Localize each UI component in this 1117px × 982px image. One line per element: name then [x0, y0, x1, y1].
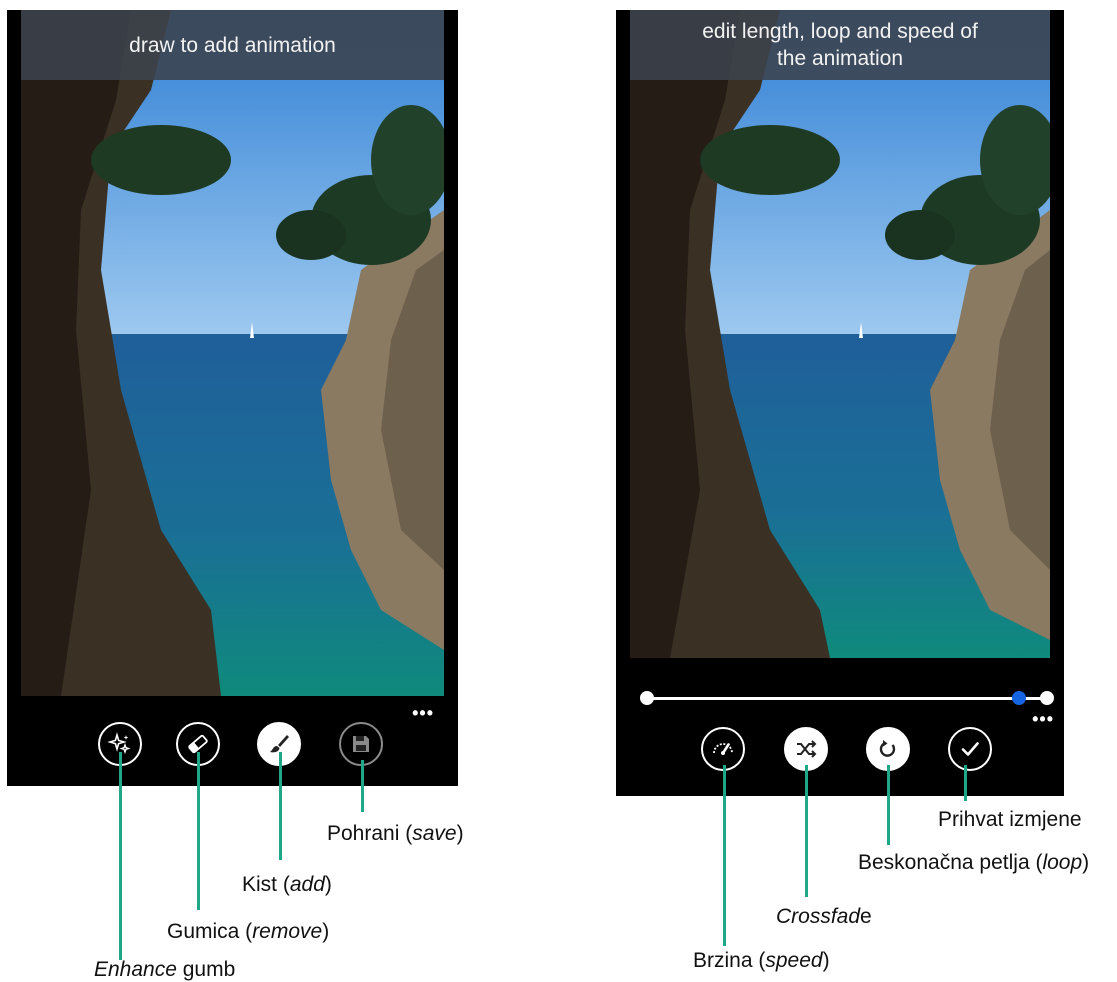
label-enhance: Enhance gumb [94, 958, 235, 982]
label-eraser-italic: remove [252, 920, 323, 943]
length-slider-start-handle[interactable] [640, 691, 654, 705]
label-brush: Kist (add) [242, 873, 332, 897]
instruction-banner: edit length, loop and speed of the anima… [630, 10, 1050, 80]
loop-icon [879, 740, 896, 757]
label-speed-main: Brzina ( [693, 949, 766, 972]
label-loop-main: Beskonačna petlja ( [858, 851, 1043, 874]
seascape-photo [630, 10, 1050, 658]
photo-canvas[interactable] [21, 10, 444, 696]
leader-line-save [361, 760, 364, 812]
label-speed-end: ) [822, 949, 830, 972]
more-options-icon[interactable]: ••• [1032, 709, 1054, 730]
label-speed-italic: speed [765, 949, 823, 972]
instruction-banner: draw to add animation [21, 10, 444, 80]
leader-line-loop [887, 765, 890, 845]
length-slider-end-handle[interactable] [1040, 691, 1054, 705]
phone-screen-edit: edit length, loop and speed of the anima… [616, 10, 1064, 796]
label-loop: Beskonačna petlja (loop) [858, 851, 1089, 875]
leader-line-brush [279, 752, 282, 860]
leader-line-eraser [197, 752, 200, 910]
label-crossfade-italic: Crossfad [776, 905, 861, 928]
label-eraser-main: Gumica ( [167, 920, 253, 943]
shuffle-icon [797, 740, 817, 758]
speedometer-icon [713, 743, 733, 755]
label-save-italic: save [412, 822, 457, 845]
label-speed: Brzina (speed) [693, 949, 830, 973]
more-options-icon[interactable]: ••• [412, 703, 434, 724]
label-eraser-end: ) [322, 920, 330, 943]
phone-screen-draw: draw to add animation ••• [7, 10, 458, 786]
label-save-main: Pohrani ( [327, 822, 413, 845]
label-eraser: Gumica (remove) [167, 920, 329, 944]
label-loop-end: ) [1082, 851, 1090, 874]
floppy-disk-icon [353, 736, 369, 752]
label-accept: Prihvat izmjene [938, 808, 1082, 832]
length-slider-current-handle[interactable] [1012, 691, 1026, 705]
label-save-end: ) [456, 822, 464, 845]
label-accept-text: Prihvat izmjene [938, 808, 1082, 831]
leader-line-accept [964, 765, 967, 801]
accept-button[interactable] [948, 727, 992, 771]
leader-line-speed [723, 765, 726, 946]
label-enhance-rest: gumb [176, 958, 236, 981]
checkmark-icon [961, 742, 979, 756]
seascape-photo [21, 10, 444, 696]
banner-text: draw to add animation [129, 33, 336, 57]
photo-canvas [630, 10, 1050, 658]
length-slider-track[interactable] [647, 697, 1046, 700]
label-enhance-italic: Enhance [94, 958, 177, 981]
label-crossfade-rest: e [860, 905, 872, 928]
banner-text-line2: the animation [776, 47, 904, 70]
label-save: Pohrani (save) [327, 822, 464, 846]
label-brush-italic: add [289, 873, 325, 896]
label-loop-italic: loop [1042, 851, 1083, 874]
label-brush-main: Kist ( [242, 873, 290, 896]
leader-line-crossfade [805, 765, 808, 897]
banner-text-line1: edit length, loop and speed of [702, 20, 978, 43]
label-brush-end: ) [324, 873, 332, 896]
leader-line-enhance [119, 752, 122, 960]
label-crossfade: Crossfade [776, 905, 872, 929]
